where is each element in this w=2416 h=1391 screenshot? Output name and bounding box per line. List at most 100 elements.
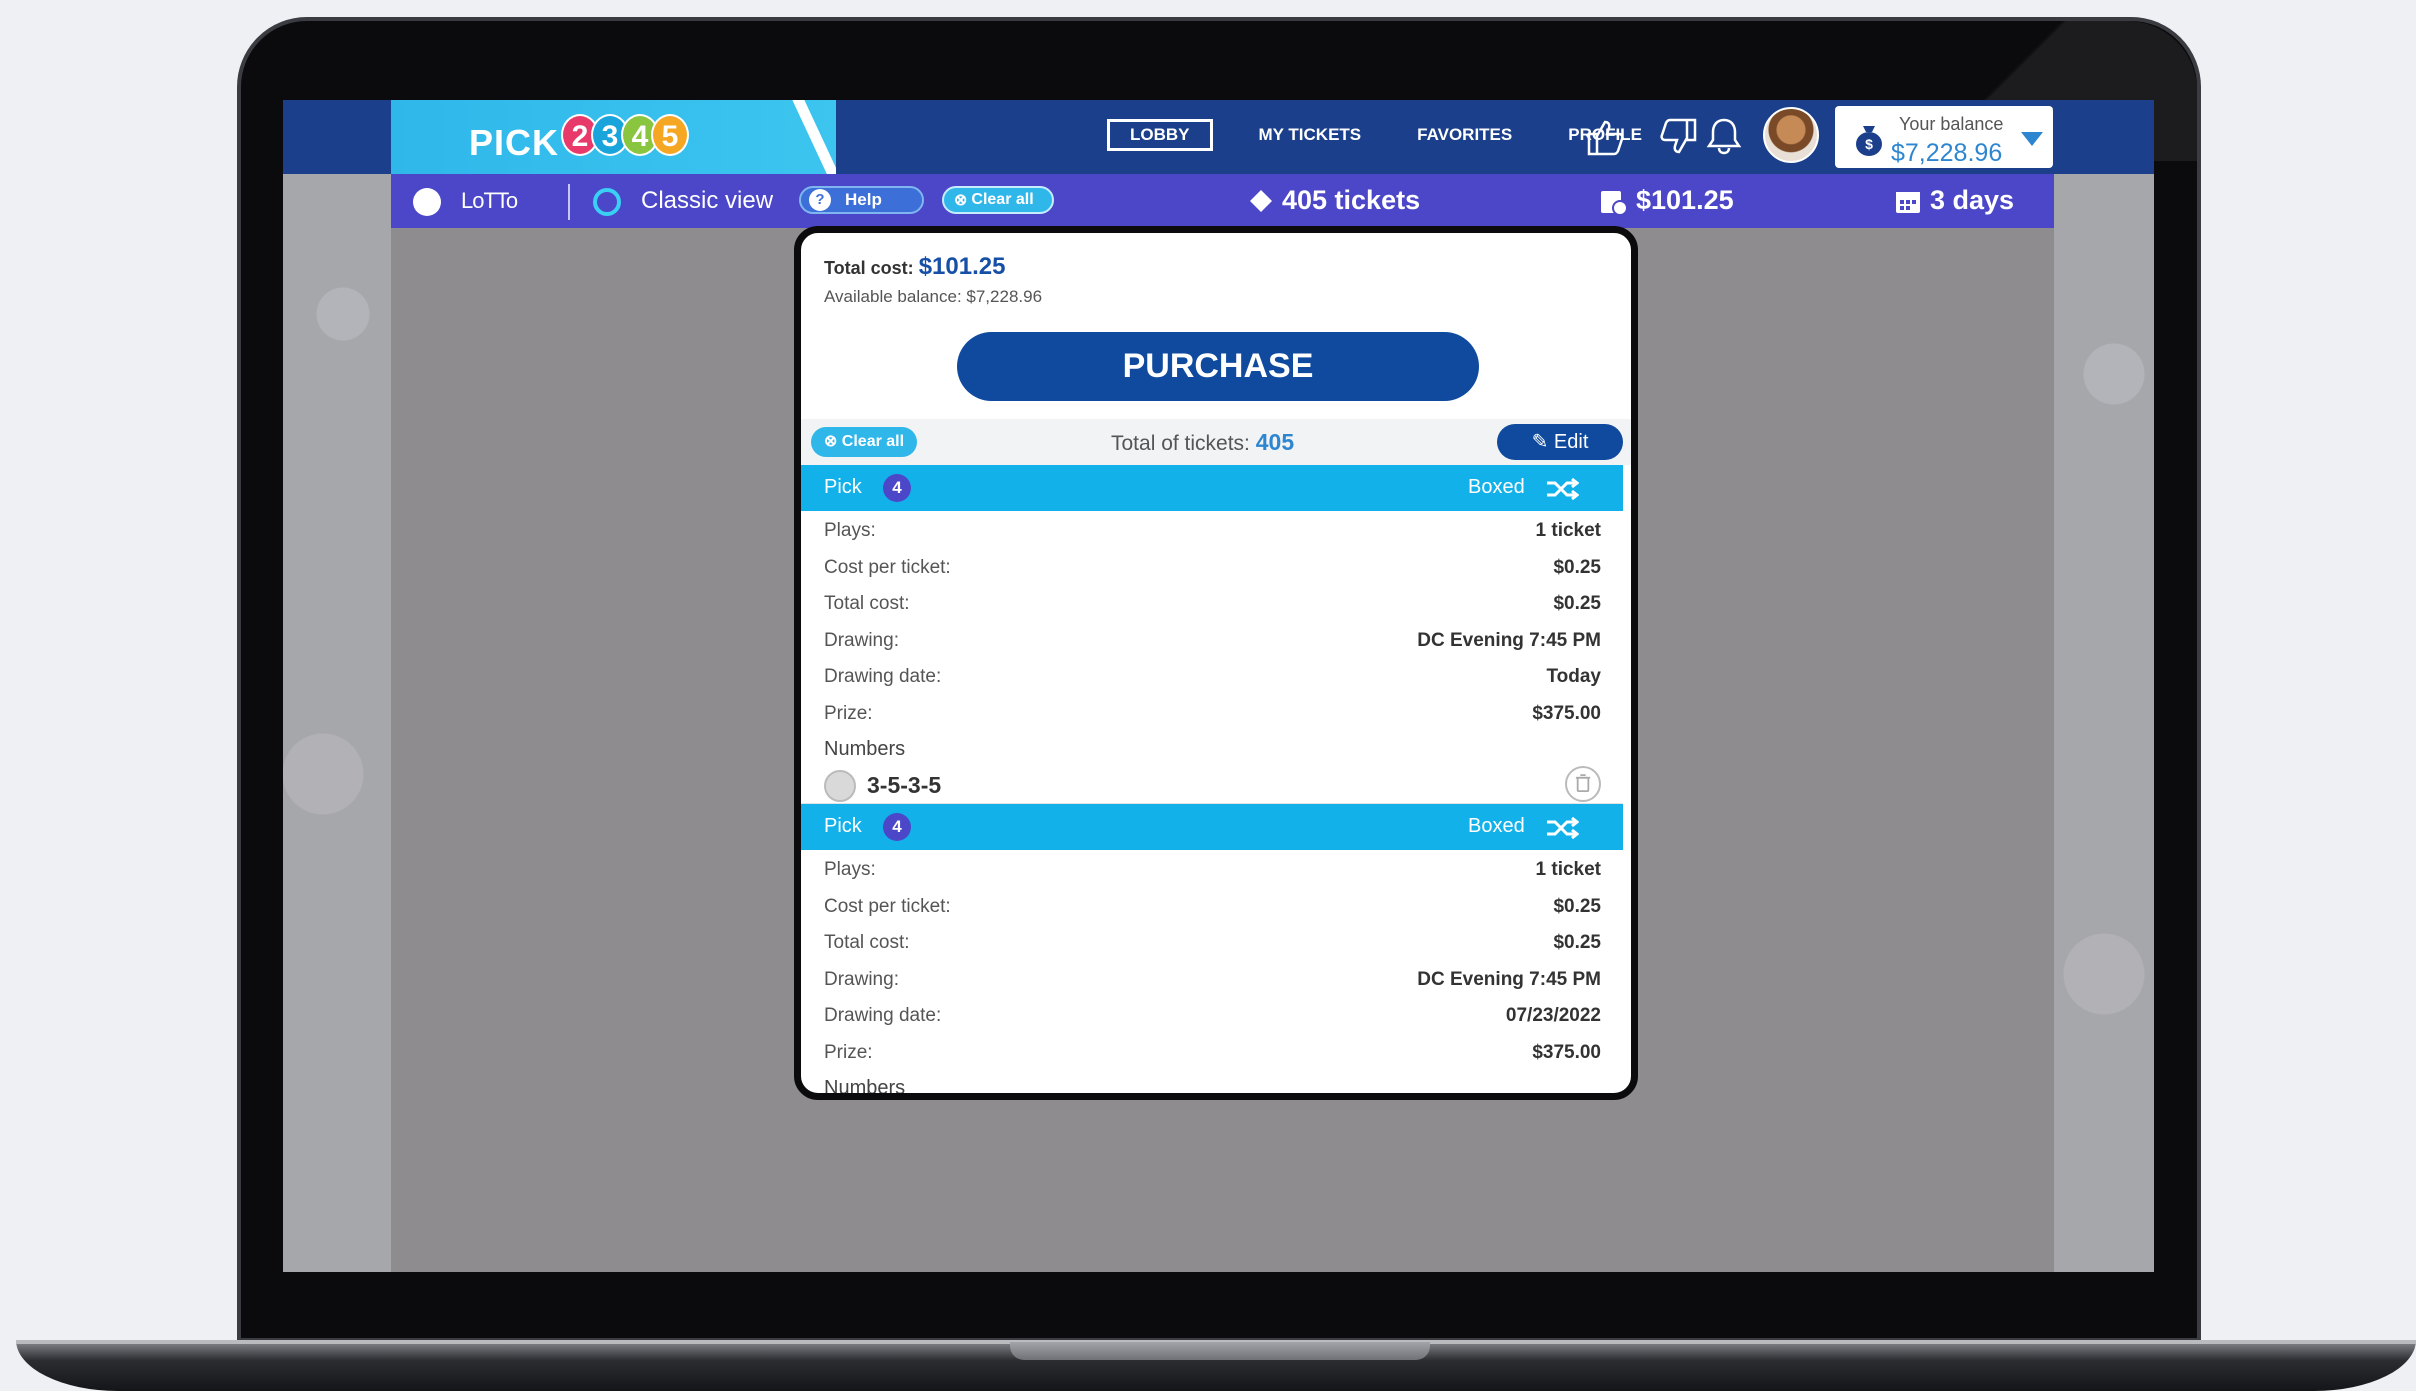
ticket-detail-row: Drawing: DC Evening 7:45 PM (801, 960, 1623, 997)
balance-label: Your balance (1899, 114, 2004, 134)
total-cost-value: $101.25 (918, 253, 1006, 280)
tickets-count-label: 405 tickets (1282, 185, 1421, 215)
lotto-label: LoTTo (461, 188, 518, 213)
help-label: Help (845, 190, 882, 209)
numbers-heading: Numbers (801, 1069, 1623, 1093)
classic-view-label: Classic view (641, 187, 774, 214)
ticket-icon (1250, 189, 1272, 212)
ticket-list[interactable]: Pick 4 Boxed Plays: 1 ticket Cost per ticket:… (801, 465, 1623, 1093)
nav-item-lobby[interactable]: LOBBY (1107, 119, 1213, 151)
total-tickets: Total of tickets: 405 (1111, 429, 1294, 456)
total-cost-text: Total cost: (824, 258, 914, 278)
logo-digit: 5 (651, 114, 689, 156)
chevron-down-icon (2021, 132, 2043, 146)
purchase-button[interactable]: PURCHASE (957, 332, 1479, 401)
app-screen: PICK 2345 LOBBY MY TICKETS FAVORITES PROFIL… (283, 100, 2154, 1272)
ticket-detail-row: Drawing date: Today (801, 657, 1623, 694)
background-pattern-right (2054, 174, 2154, 1272)
detail-label: Drawing: (824, 629, 899, 651)
ticket-detail-row: Total cost: $0.25 (801, 584, 1623, 621)
help-icon: ? (809, 189, 831, 211)
clear-icon: ⊗ (954, 192, 968, 209)
detail-value: Today (1546, 666, 1601, 687)
ticket-header: Pick 4 Boxed (801, 465, 1623, 511)
shuffle-icon (1547, 477, 1579, 501)
help-button[interactable]: ? Help (799, 186, 924, 214)
edit-button[interactable]: ✎ Edit (1497, 424, 1623, 460)
balance-dropdown[interactable]: $ Your balance $7,228.96 (1835, 106, 2053, 168)
total-tickets-value: 405 (1255, 429, 1295, 455)
total-cost-stat: $101.25 (1598, 185, 1734, 216)
thumbs-down-icon[interactable] (1655, 114, 1701, 160)
days-label: 3 days (1930, 185, 2015, 215)
shuffle-icon (1547, 816, 1579, 840)
clear-all-label: Clear all (841, 433, 905, 450)
play-type: Boxed (1468, 815, 1525, 837)
ticket-detail-row: Cost per ticket: $0.25 (801, 887, 1623, 924)
clear-all-label: Clear all (971, 191, 1034, 208)
detail-value: 1 ticket (1535, 859, 1601, 880)
detail-value: DC Evening 7:45 PM (1417, 968, 1601, 990)
game-name: Pick (824, 476, 862, 498)
modal-total-cost: Total cost: $101.25 (824, 253, 1005, 281)
detail-value: 1 ticket (1535, 520, 1601, 541)
clear-all-tickets-button[interactable]: ⊗ Clear all (811, 427, 917, 457)
app-logo[interactable]: PICK 2345 (391, 100, 836, 174)
pick-number-badge: 4 (883, 813, 911, 841)
available-balance: Available balance: $7,228.96 (824, 287, 1043, 306)
detail-label: Drawing date: (824, 666, 942, 687)
ticket-detail-row: Prize: $375.00 (801, 694, 1623, 731)
numbers-label: Numbers (824, 738, 906, 760)
detail-label: Drawing: (824, 968, 899, 990)
divider (568, 184, 570, 220)
money-bag-icon: $ (1856, 126, 1882, 156)
detail-label: Prize: (824, 702, 873, 724)
game-options-bar: LoTTo Classic view ? Help ⊗ Clear all 40… (391, 174, 2054, 228)
bell-icon[interactable] (1701, 114, 1747, 160)
numbers-row: 3-5-3-5 (801, 764, 1623, 804)
thumbs-up-icon[interactable] (1583, 114, 1629, 160)
tickets-count: 405 tickets (1248, 185, 1420, 216)
svg-text:$: $ (1865, 136, 1873, 152)
detail-label: Drawing date: (824, 1005, 942, 1026)
game-name: Pick (824, 815, 862, 837)
detail-value: $0.25 (1553, 593, 1601, 614)
user-avatar[interactable] (1763, 107, 1819, 163)
detail-label: Plays: (824, 859, 876, 880)
nav-item-favorites[interactable]: FAVORITES (1407, 120, 1522, 150)
calculator-icon (824, 770, 856, 802)
play-type: Boxed (1468, 476, 1525, 498)
lotto-radio[interactable] (413, 188, 441, 216)
trash-icon[interactable] (1565, 766, 1601, 802)
ticket-detail-row: Cost per ticket: $0.25 (801, 548, 1623, 585)
logo-digits: 2345 (561, 114, 689, 156)
detail-value: 07/23/2022 (1505, 1005, 1601, 1026)
total-cost-label: $101.25 (1636, 185, 1734, 215)
clear-all-button[interactable]: ⊗ Clear all (942, 186, 1054, 214)
purchase-modal: Total cost: $101.25 Available balance: $… (794, 226, 1638, 1100)
classic-view-radio[interactable] (593, 188, 621, 216)
balance-value: $7,228.96 (1891, 139, 2003, 167)
nav-item-my-tickets[interactable]: MY TICKETS (1249, 120, 1372, 150)
laptop-notch (1010, 1342, 1430, 1360)
ticket-detail-row: Plays: 1 ticket (801, 511, 1623, 548)
detail-value: $375.00 (1532, 1041, 1601, 1063)
detail-value: $0.25 (1553, 556, 1601, 578)
ticket-detail-row: Drawing: DC Evening 7:45 PM (801, 621, 1623, 658)
detail-label: Cost per ticket: (824, 895, 951, 917)
detail-value: $0.25 (1553, 932, 1601, 953)
total-tickets-label: Total of tickets: (1111, 432, 1250, 455)
ticket-header: Pick 4 Boxed (801, 804, 1623, 850)
calendar-icon (1896, 191, 1920, 213)
ticket-numbers: 3-5-3-5 (867, 772, 942, 798)
numbers-heading: Numbers (801, 730, 1623, 764)
ticket-card: Pick 4 Boxed Plays: 1 ticket Cost per ticket:… (801, 804, 1623, 1093)
cost-icon (1601, 190, 1628, 216)
edit-icon: ✎ (1531, 431, 1554, 453)
pick-number-badge: 4 (883, 474, 911, 502)
clear-icon: ⊗ (823, 433, 842, 450)
detail-label: Cost per ticket: (824, 556, 951, 578)
detail-label: Plays: (824, 520, 876, 541)
top-nav-bar: PICK 2345 LOBBY MY TICKETS FAVORITES PROFIL… (283, 100, 2154, 174)
detail-value: DC Evening 7:45 PM (1417, 629, 1601, 651)
